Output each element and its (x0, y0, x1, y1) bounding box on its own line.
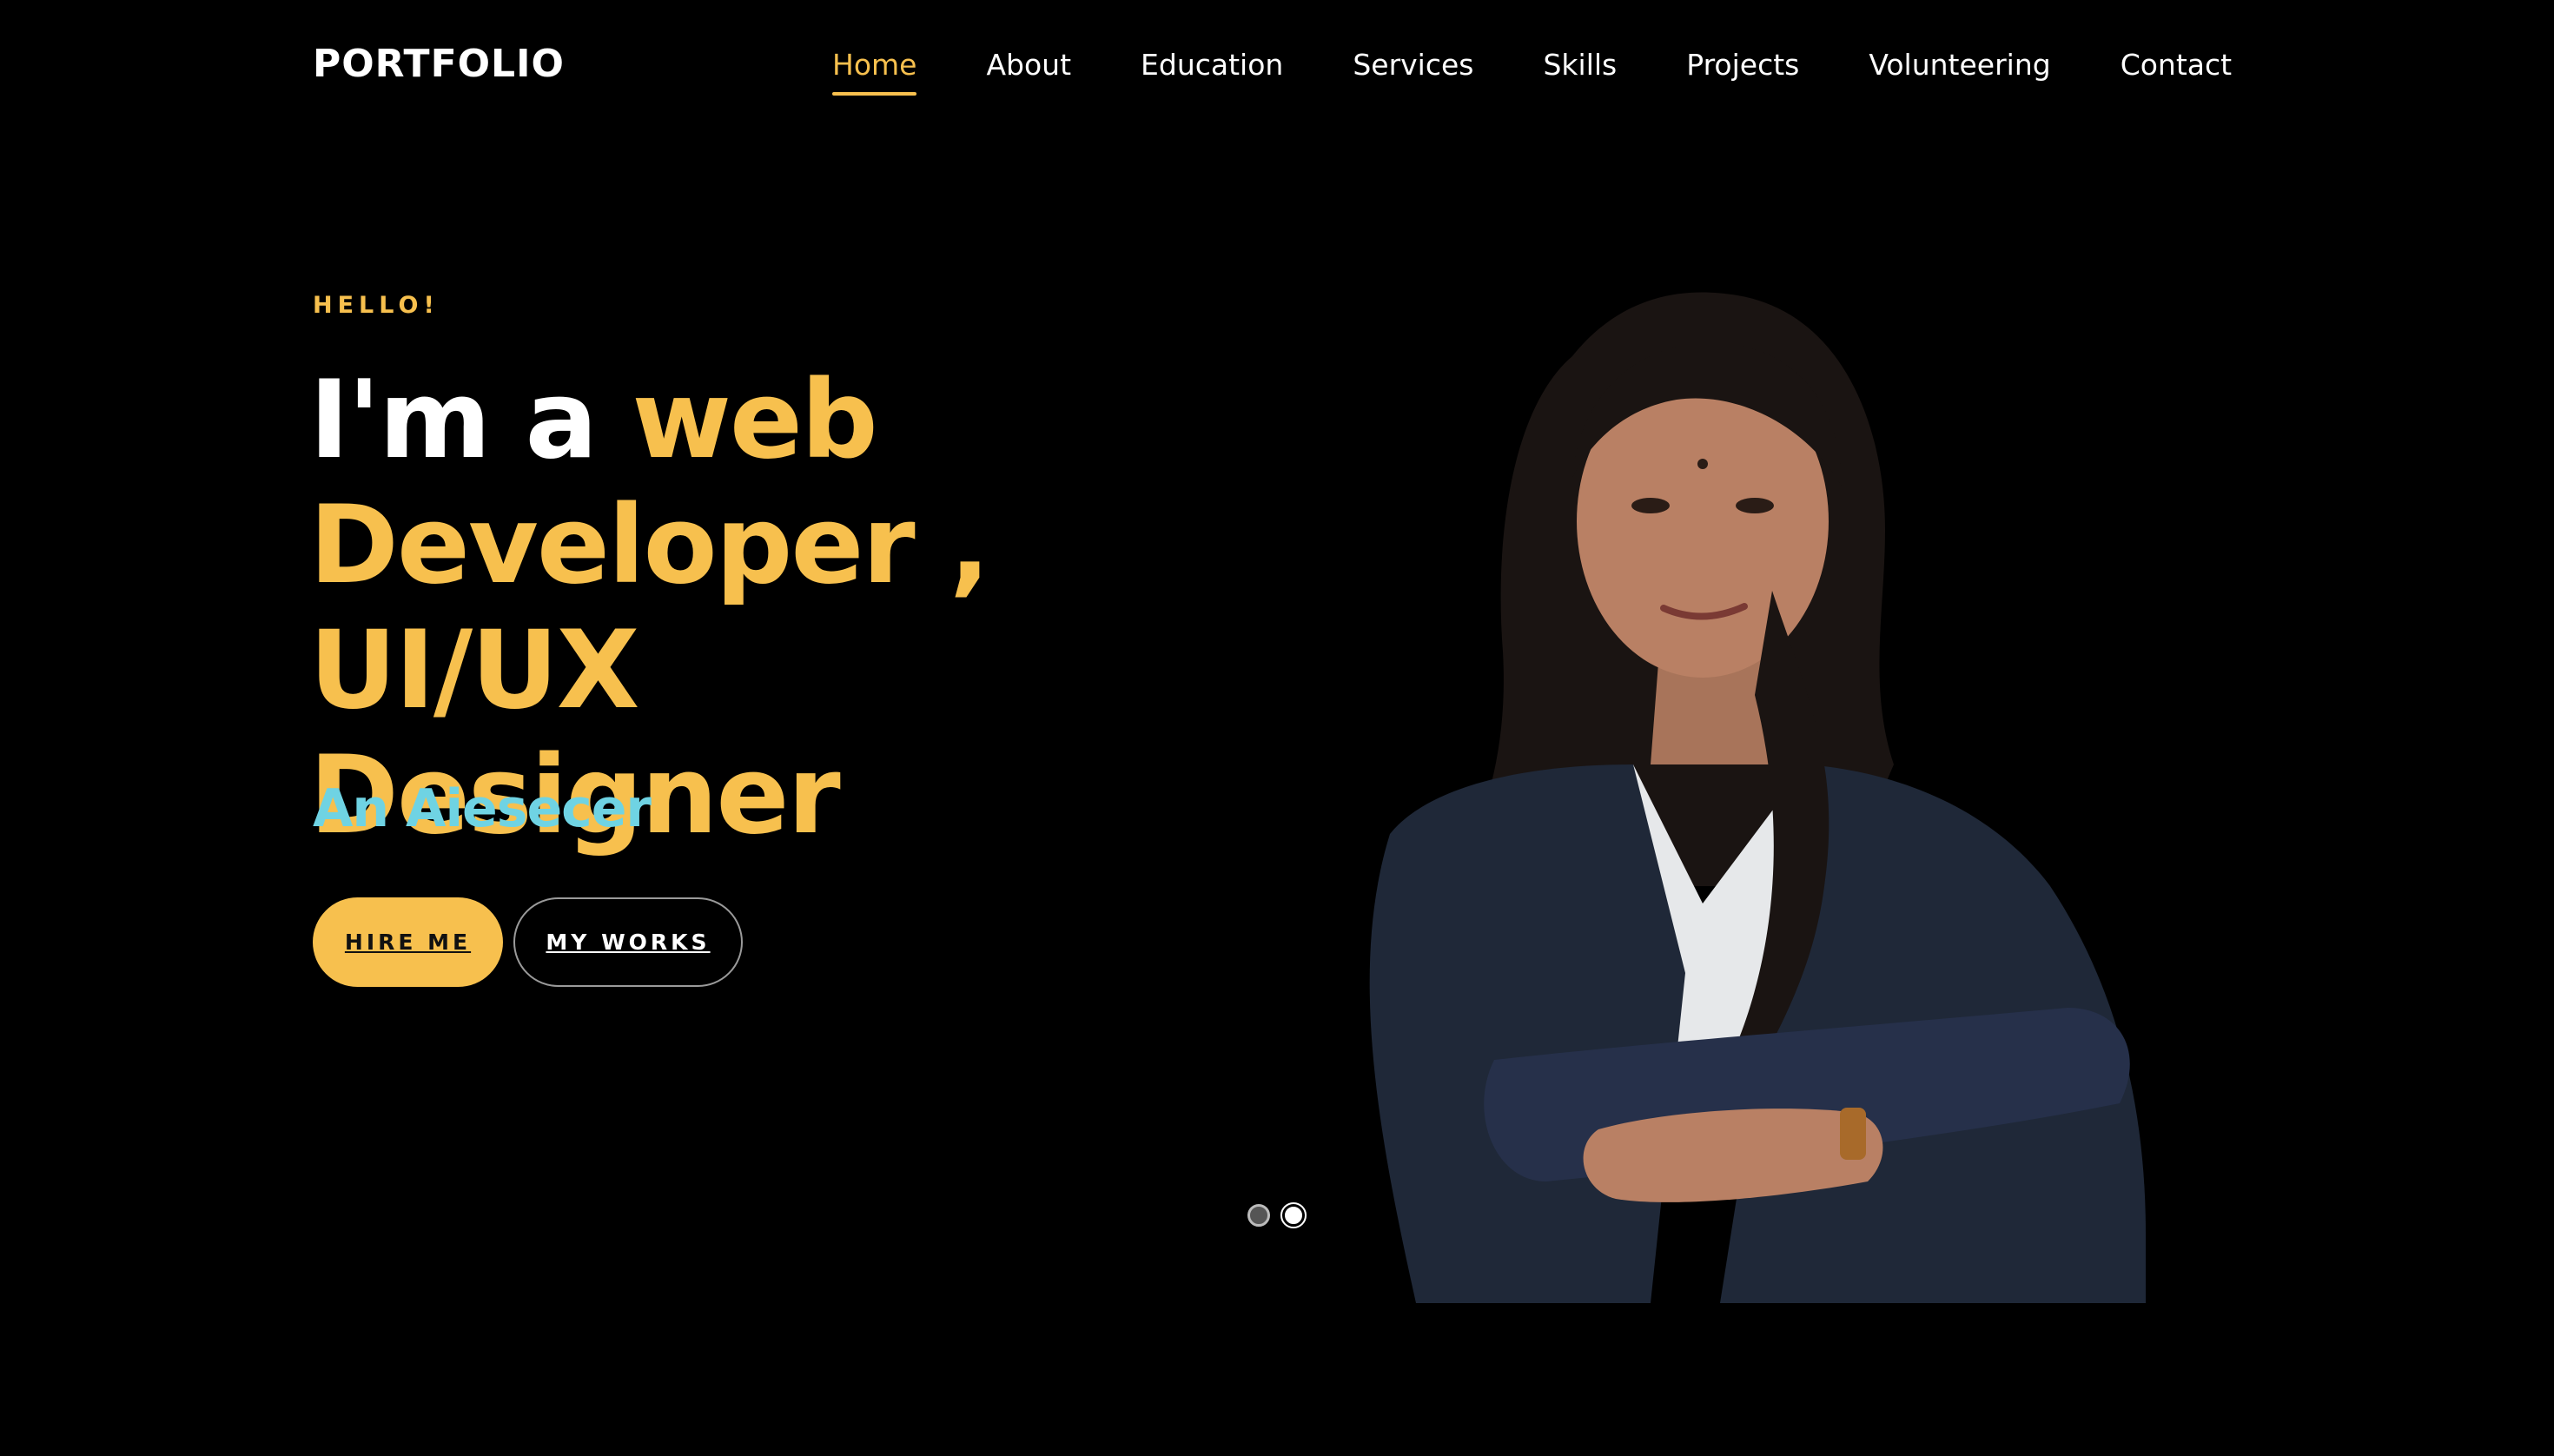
page: PORTFOLIO Home About Education Services … (0, 0, 2554, 1456)
portrait-watch (1840, 1108, 1866, 1160)
nav-item-education: Education (1141, 43, 1283, 87)
portrait-photo (1369, 292, 2146, 1303)
my-works-button[interactable]: MY WORKS (513, 897, 743, 987)
nav-link-education[interactable]: Education (1141, 43, 1283, 87)
slider-dot-2[interactable] (1280, 1202, 1307, 1228)
nav-item-about: About (986, 43, 1071, 87)
headline-highlight-developer: Developer , (309, 483, 990, 608)
nav-link-services[interactable]: Services (1353, 43, 1473, 87)
nav-link-projects[interactable]: Projects (1686, 43, 1799, 87)
portrait-eye-right (1736, 498, 1774, 513)
nav-link-home[interactable]: Home (832, 43, 917, 96)
hire-me-button[interactable]: HIRE ME (313, 897, 503, 987)
navbar: PORTFOLIO Home About Education Services … (0, 0, 2554, 139)
main-nav: Home About Education Services Skills Pro… (832, 43, 2232, 96)
headline-highlight-web: web (632, 358, 877, 483)
nav-item-projects: Projects (1686, 43, 1799, 87)
nav-link-about[interactable]: About (986, 43, 1071, 87)
nav-link-skills[interactable]: Skills (1543, 43, 1617, 87)
portrait-bindi (1697, 459, 1708, 469)
nav-item-home: Home (832, 43, 917, 96)
site-logo[interactable]: PORTFOLIO (313, 42, 565, 86)
portrait-blazer-left (1369, 764, 1685, 1303)
nav-item-skills: Skills (1543, 43, 1617, 87)
hero-eyebrow: HELLO! (313, 292, 440, 319)
slider-dot-1[interactable] (1247, 1204, 1270, 1227)
nav-link-contact[interactable]: Contact (2121, 43, 2232, 87)
hero-tagline: An Aiesecer (313, 778, 652, 839)
slider-dots (1247, 1202, 1307, 1228)
portrait-eye-left (1631, 498, 1670, 513)
nav-link-volunteering[interactable]: Volunteering (1869, 43, 2050, 87)
nav-item-services: Services (1353, 43, 1473, 87)
nav-item-volunteering: Volunteering (1869, 43, 2050, 87)
nav-item-contact: Contact (2121, 43, 2232, 87)
headline-prefix: I'm a (309, 358, 632, 483)
